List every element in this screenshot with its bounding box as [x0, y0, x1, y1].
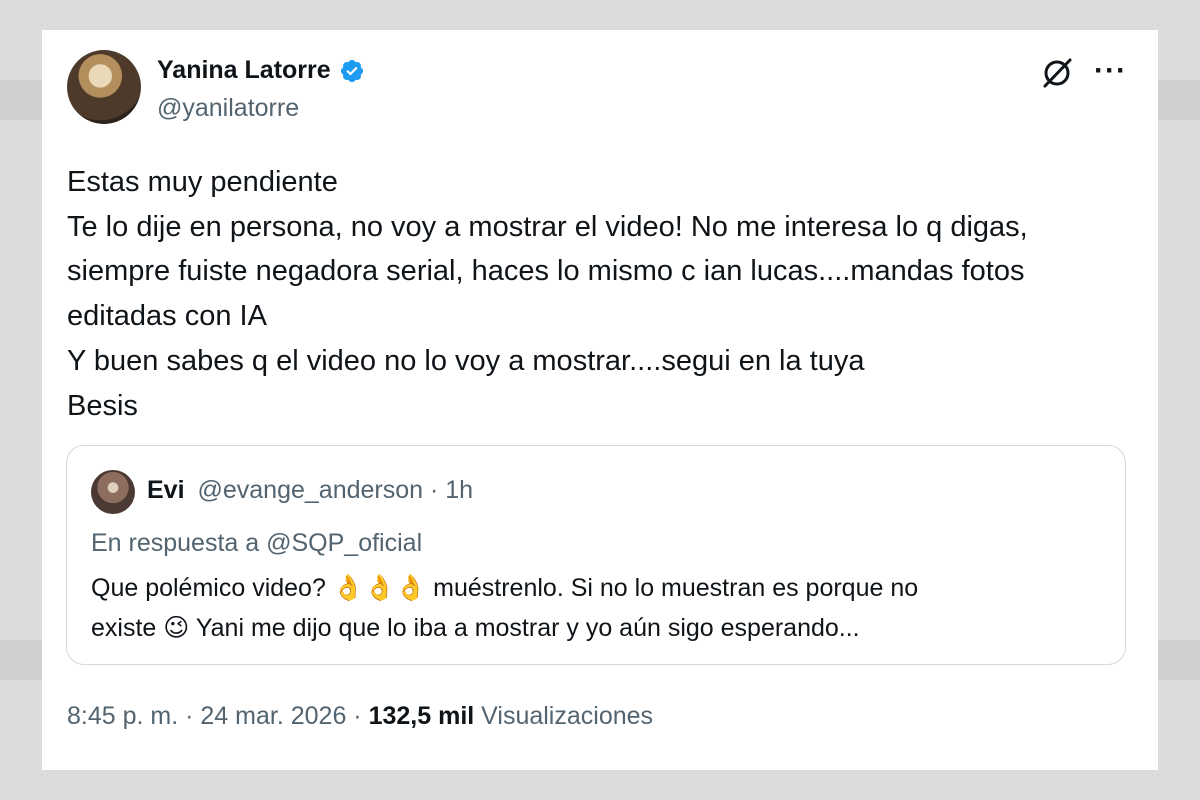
tweet-line: Te lo dije en persona, no voy a mostrar … — [67, 210, 1028, 243]
tweet-text: Estas muy pendiente Te lo dije en person… — [67, 160, 1127, 428]
tweet-meta: 8:45 p. m. · 24 mar. 2026 · 132,5 mil Vi… — [67, 702, 653, 731]
reply-prefix: En respuesta a — [91, 529, 260, 557]
quoted-tweet[interactable]: Evi @evange_anderson · 1h En respuesta a… — [66, 445, 1126, 665]
quoted-text-segment: muéstrenlo. Si no lo muestran es porque … — [426, 574, 919, 602]
author-handle[interactable]: @yanilatorre — [157, 94, 299, 123]
reply-context: En respuesta a @SQP_oficial — [91, 529, 422, 558]
views-label: Visualizaciones — [481, 702, 654, 730]
tweet-time[interactable]: 8:45 p. m. — [67, 702, 178, 730]
meta-separator: · — [353, 702, 362, 730]
more-options-icon[interactable]: ··· — [1094, 54, 1127, 88]
quoted-line: Que polémico video? 👌👌👌 muéstrenlo. Si n… — [91, 568, 1091, 608]
tweet-line: siempre fuiste negadora serial, haces lo… — [67, 255, 1025, 288]
quoted-author-name[interactable]: Evi — [147, 476, 185, 504]
meta-separator: · — [185, 702, 194, 730]
tweet-date[interactable]: 24 mar. 2026 — [200, 702, 346, 730]
quoted-text-segment: existe — [91, 614, 164, 642]
tweet-card: Yanina Latorre @yanilatorre ··· Estas mu… — [42, 30, 1158, 770]
ok-hand-emoji-icon: 👌👌👌 — [332, 574, 427, 602]
quoted-text-segment: Yani me dijo que lo iba a mostrar y yo a… — [189, 614, 860, 642]
quoted-line: existe 😉 Yani me dijo que lo iba a mostr… — [91, 608, 1091, 648]
tweet-line: editadas con IA — [67, 300, 267, 333]
wink-emoji-icon: 😉 — [163, 614, 190, 642]
quoted-text: Que polémico video? 👌👌👌 muéstrenlo. Si n… — [91, 568, 1091, 648]
quoted-author-avatar[interactable] — [91, 470, 135, 514]
tweet-line: Besis — [67, 389, 138, 422]
tweet-line: Estas muy pendiente — [67, 166, 338, 198]
reply-mention[interactable]: @SQP_oficial — [266, 529, 422, 557]
grok-icon[interactable] — [1040, 56, 1074, 90]
header-separator: · — [430, 476, 439, 504]
author-name-row: Yanina Latorre — [157, 56, 365, 85]
author-avatar[interactable] — [67, 50, 141, 124]
tweet-line: Y buen sabes q el video no lo voy a most… — [67, 344, 865, 377]
verified-badge-icon — [340, 59, 363, 82]
quoted-text-segment: Que polémico video? — [91, 574, 333, 602]
quoted-author-handle[interactable]: @evange_anderson — [197, 476, 423, 504]
views-count: 132,5 mil — [368, 702, 475, 730]
quoted-time[interactable]: 1h — [445, 476, 473, 504]
author-name[interactable]: Yanina Latorre — [157, 56, 331, 85]
quoted-header: Evi @evange_anderson · 1h — [147, 476, 473, 505]
